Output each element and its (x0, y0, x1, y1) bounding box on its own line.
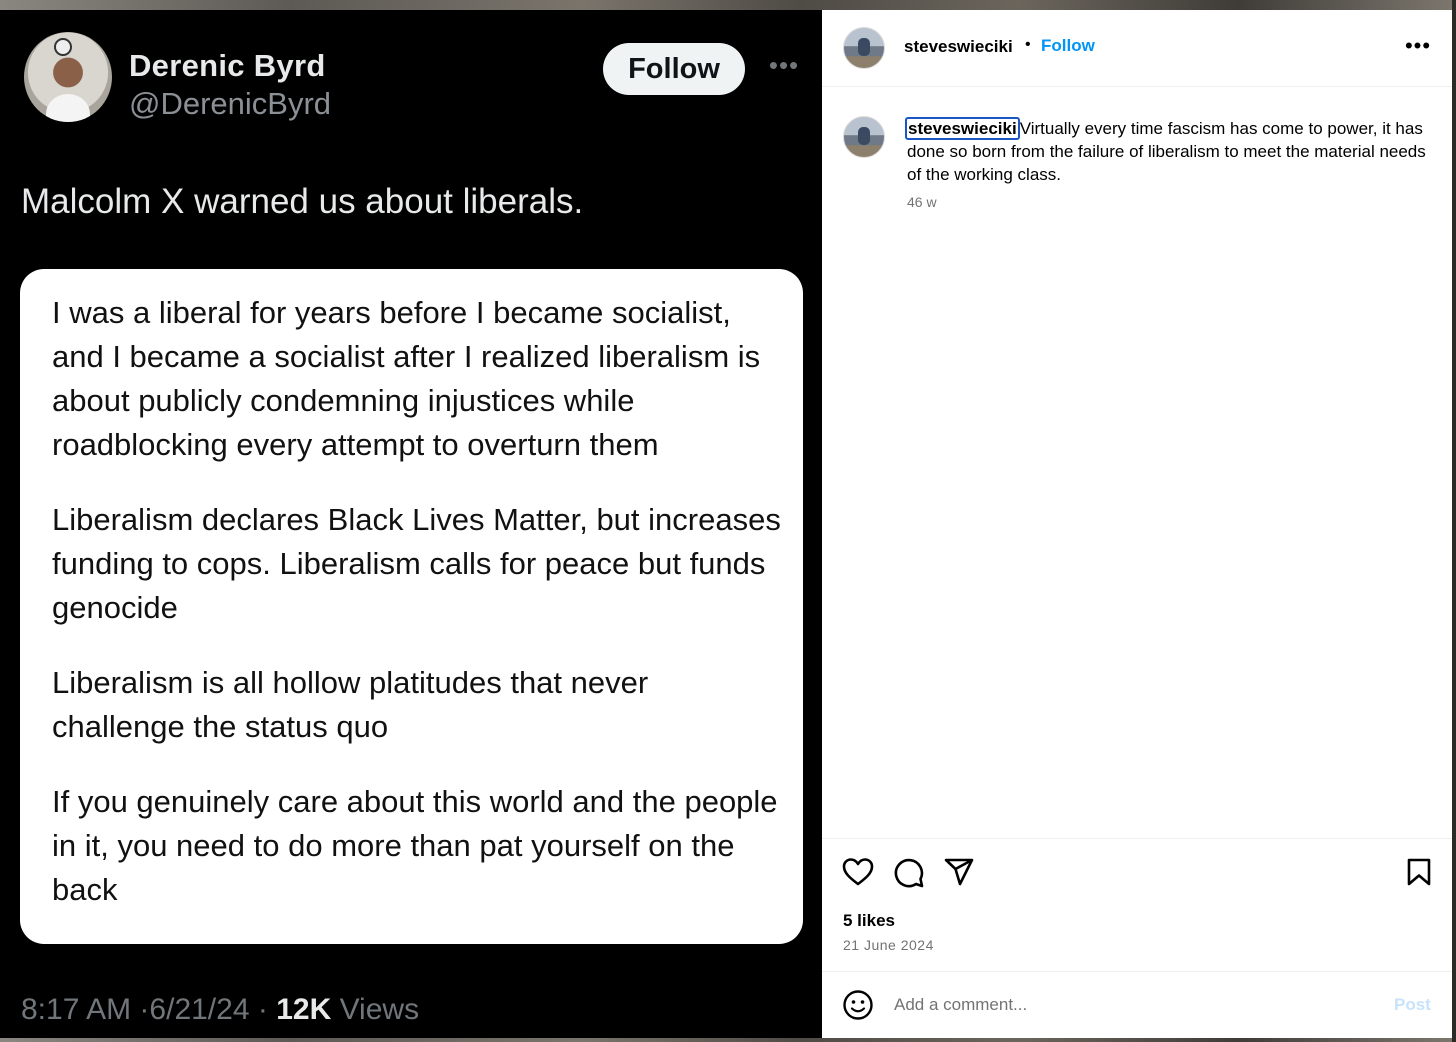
tweet-views-label: Views (339, 993, 420, 1026)
tweet-meta: 8:17 AM ·6/21/24 · 12K Views (21, 993, 419, 1027)
tweet-views-count: 12K (276, 993, 332, 1026)
comment-bar: Post (822, 971, 1452, 1038)
header-dot: • (1025, 36, 1031, 53)
clock-icon (54, 38, 72, 56)
tweet-more-icon: ••• (768, 50, 800, 80)
tweet-text: Malcolm X warned us about liberals. (21, 182, 584, 221)
post-date: 21 June 2024 (843, 937, 934, 953)
post-comment-button[interactable]: Post (1394, 995, 1431, 1015)
post-username[interactable]: steveswieciki (904, 37, 1013, 57)
caption-avatar[interactable] (843, 116, 885, 158)
quote-paragraph: If you genuinely care about this world a… (52, 784, 778, 907)
heart-icon[interactable] (842, 857, 874, 887)
post-side-panel: steveswieciki • Follow ••• steveswieciki… (822, 10, 1452, 1038)
tweet-time: 8:17 AM (21, 993, 132, 1026)
meta-separator: · (257, 993, 268, 1026)
quote-paragraph: Liberalism is all hollow platitudes that… (52, 665, 649, 744)
avatar[interactable] (843, 27, 885, 69)
share-icon[interactable] (943, 857, 975, 887)
more-options-icon[interactable]: ••• (1400, 34, 1436, 58)
tweet-follow-button: Follow (603, 43, 745, 95)
quote-paragraph: I was a liberal for years before I becam… (52, 295, 761, 462)
tweet-author-name: Derenic Byrd (129, 48, 326, 83)
post-media-tweet-screenshot: Derenic Byrd @DerenicByrd Follow ••• Mal… (0, 10, 822, 1038)
caption-username[interactable]: steveswieciki (905, 117, 1020, 140)
tweet-date: 6/21/24 (149, 993, 250, 1026)
emoji-icon[interactable] (842, 989, 874, 1021)
follow-button[interactable]: Follow (1041, 36, 1095, 56)
background-edge (1452, 0, 1456, 1042)
likes-count[interactable]: 5 likes (843, 911, 895, 931)
tweet-author-handle: @DerenicByrd (129, 86, 332, 121)
tweet-avatar (24, 32, 112, 122)
meta-separator: · (139, 993, 150, 1026)
post-header: steveswieciki • Follow ••• (822, 10, 1452, 87)
caption-time-ago[interactable]: 46 w (907, 194, 937, 210)
quote-paragraph: Liberalism declares Black Lives Matter, … (52, 502, 781, 625)
comment-icon[interactable] (893, 857, 925, 889)
tweet-quote-card: I was a liberal for years before I becam… (20, 269, 803, 944)
bookmark-icon[interactable] (1406, 857, 1432, 887)
comment-input[interactable] (894, 992, 1374, 1018)
post-caption: steveswieciki Virtually every time fascis… (905, 117, 1437, 186)
post-actions: 5 likes 21 June 2024 (822, 838, 1452, 971)
